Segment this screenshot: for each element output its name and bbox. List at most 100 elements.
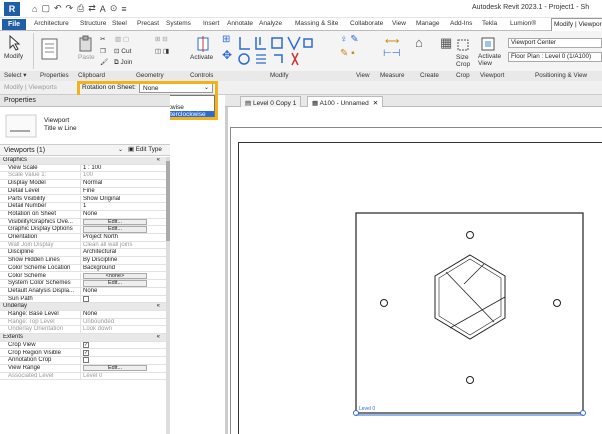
qat-tool-icon[interactable]: ↷	[66, 3, 74, 14]
property-row[interactable]: Display Model Normal	[0, 180, 166, 188]
tab-massing-site[interactable]: Massing & Site	[295, 20, 338, 27]
group-header[interactable]: Extents «	[0, 334, 166, 342]
property-value[interactable]: Level 0	[80, 372, 164, 381]
tab-modify-viewports[interactable]: Modify | Viewports	[551, 18, 602, 31]
activate-view-icon[interactable]	[480, 35, 496, 53]
property-row[interactable]: Detail Level Fine	[0, 187, 166, 196]
property-row[interactable]: Wall Join Display Clean all wall joins	[0, 241, 166, 250]
property-value[interactable]: Architectural	[80, 249, 164, 257]
tab-steel[interactable]: Steel	[112, 20, 127, 27]
properties-icon[interactable]	[40, 37, 60, 63]
property-row[interactable]: Orientation Project North	[0, 234, 166, 242]
tab-analyze[interactable]: Analyze	[259, 20, 282, 27]
match-icon[interactable]: 🖌	[100, 58, 108, 66]
property-value[interactable]: Edit...	[80, 226, 164, 234]
dimension-icon[interactable]: ⊢⊣	[383, 48, 400, 59]
tab-add-ins[interactable]: Add-Ins	[450, 20, 472, 27]
viewport-drawing[interactable]	[345, 210, 590, 425]
activate-view-button[interactable]: Activate View	[478, 53, 504, 67]
tab-manage[interactable]: Manage	[416, 20, 440, 27]
property-row[interactable]: Crop View ✓	[0, 341, 166, 350]
size-crop-button[interactable]: Size Crop	[456, 54, 470, 68]
property-row[interactable]: Parts Visibility Show Original	[0, 195, 166, 204]
edit-button[interactable]: <none>	[83, 272, 147, 279]
viewport-title[interactable]: Level 0	[359, 406, 375, 412]
property-value[interactable]: Edit...	[80, 218, 164, 227]
properties-scrollbar[interactable]	[166, 157, 170, 434]
join-button[interactable]: ⧉ Join	[114, 59, 132, 67]
property-row[interactable]: Discipline Architectural	[0, 249, 166, 258]
instance-filter[interactable]: Viewports (1) ⌄ ▣ Edit Type	[0, 145, 170, 156]
elevation-marker-west[interactable]	[380, 299, 388, 307]
property-row[interactable]: Range: Base Level None	[0, 311, 166, 319]
collapse-icon[interactable]: «	[157, 303, 160, 311]
property-row[interactable]: Range: Top Level Unbounded	[0, 318, 166, 327]
property-value[interactable]: None	[80, 287, 164, 296]
measure-icon[interactable]: ⟷	[385, 36, 399, 47]
tab-file[interactable]: File	[2, 19, 26, 30]
property-row[interactable]: Color Scheme Location Background	[0, 264, 166, 273]
tab-level-0-copy-1[interactable]: ▤ Level 0 Copy 1	[240, 96, 302, 107]
property-value[interactable]: 1 : 100	[80, 164, 164, 173]
property-row[interactable]: Underlay Orientation Look down	[0, 326, 166, 335]
property-row[interactable]: Annotation Crop	[0, 357, 166, 366]
create-group-icon[interactable]: ▦	[440, 35, 452, 51]
tab-architecture[interactable]: Architecture	[34, 20, 69, 27]
qat-tool-icon[interactable]: A	[100, 4, 106, 14]
tab-a100-unnamed[interactable]: ▦ A100 - Unnamed ✕	[307, 96, 384, 107]
move-icon[interactable]: ✥	[222, 48, 232, 62]
property-value[interactable]: Clean all wall joins	[80, 241, 164, 250]
tab-tekla[interactable]: Tekla	[482, 20, 497, 27]
paste-button[interactable]: Paste	[78, 54, 95, 61]
elevation-marker-south[interactable]	[466, 376, 474, 384]
activate-icon[interactable]	[195, 35, 211, 53]
property-row[interactable]: System Color Schemes Edit...	[0, 280, 166, 288]
property-value[interactable]: Show Original	[80, 195, 164, 203]
property-row[interactable]: Detail Number 1	[0, 203, 166, 211]
type-selector[interactable]: Viewport Title w Line	[0, 107, 170, 145]
collapse-icon[interactable]: «	[157, 334, 160, 342]
property-row[interactable]: Sun Path	[0, 295, 166, 304]
cut-icon[interactable]: ✂	[100, 35, 105, 43]
paste-icon[interactable]	[78, 35, 94, 53]
tab-lumion-[interactable]: Lumion®	[510, 20, 536, 27]
viewport-type-selector[interactable]: Viewport Center	[508, 38, 602, 48]
cut-button[interactable]: ⊡ Cut	[114, 47, 131, 55]
property-value[interactable]: Project North	[80, 234, 164, 242]
edit-button[interactable]: Edit...	[83, 226, 147, 233]
checkbox[interactable]: ✓	[83, 349, 89, 356]
property-value[interactable]: Normal	[80, 180, 164, 188]
tab-annotate[interactable]: Annotate	[227, 20, 253, 27]
group-header[interactable]: Underlay «	[0, 303, 166, 311]
elevation-marker-east[interactable]	[553, 299, 561, 307]
qat-tool-icon[interactable]: ▢	[41, 3, 50, 14]
property-row[interactable]: Scale Value 1: 100	[0, 172, 166, 181]
qat-tool-icon[interactable]: ≡	[121, 4, 126, 14]
view-name-selector[interactable]: Floor Plan : Level 0 (1/A100)	[508, 52, 602, 62]
checkbox[interactable]	[83, 295, 89, 302]
checkbox[interactable]	[83, 357, 89, 364]
property-row[interactable]: View Scale 1 : 100	[0, 164, 166, 173]
qat-tool-icon[interactable]: ⇄	[88, 3, 96, 14]
property-row[interactable]: Default Analysis Displa... None	[0, 287, 166, 296]
qat-tool-icon[interactable]: ⎙	[77, 3, 84, 14]
geometry-tools2-icon[interactable]: ◫ ◨	[155, 47, 169, 55]
edit-button[interactable]: Edit...	[83, 280, 147, 287]
elevation-marker-north[interactable]	[466, 231, 474, 239]
property-value[interactable]: Look down	[80, 326, 164, 334]
copy-icon[interactable]: ❐	[100, 47, 106, 55]
modify-tools-icon[interactable]	[238, 35, 318, 69]
chevron-down-icon[interactable]: ⌄	[118, 146, 123, 153]
property-value[interactable]: 100	[80, 172, 164, 180]
size-crop-icon[interactable]	[455, 37, 471, 53]
tab-precast[interactable]: Precast	[137, 20, 159, 27]
edit-type-button[interactable]: ▣ Edit Type	[128, 146, 162, 153]
qat-tool-icon[interactable]: ↶	[54, 3, 62, 14]
notch-icon[interactable]: ▥ ▢	[115, 35, 129, 43]
modify-button[interactable]: Modify	[4, 53, 23, 60]
tab-insert[interactable]: Insert	[203, 20, 219, 27]
activate-button[interactable]: Activate	[190, 54, 213, 61]
property-row[interactable]: Show Hidden Lines By Discipline	[0, 257, 166, 265]
qat-tool-icon[interactable]: ⊙	[110, 3, 118, 14]
edit-button[interactable]: Edit...	[83, 218, 147, 226]
